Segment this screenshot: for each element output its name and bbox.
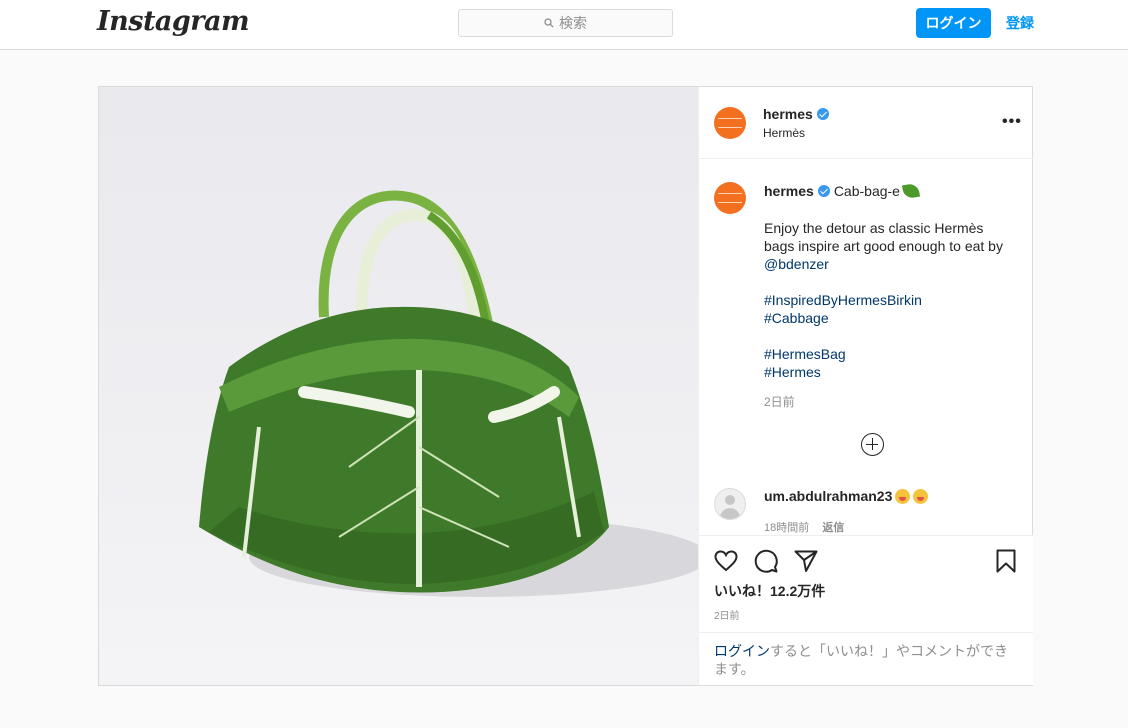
leafy-green-emoji-icon xyxy=(901,182,921,200)
hashtag-link[interactable]: #Cabbage xyxy=(764,309,1024,327)
login-prompt-link[interactable]: ログイン xyxy=(714,643,770,659)
share-icon[interactable] xyxy=(793,548,819,574)
post-sidebar: hermes Hermès ••• hermes Cab-bag-e Enjoy… xyxy=(698,87,1033,685)
comment-timestamp: 18時間前 xyxy=(764,522,810,534)
signup-link[interactable]: 登録 xyxy=(1006,13,1034,33)
search-placeholder: 検索 xyxy=(559,15,587,31)
bookmark-icon[interactable] xyxy=(993,548,1019,574)
action-bar: いいね！12.2万件 2日前 ログインすると「いいね！」やコメントができます。 xyxy=(699,535,1033,685)
caption-line: bags inspire art good enough to eat by xyxy=(764,238,1003,254)
hashtag-link[interactable]: #Hermes xyxy=(764,363,1024,381)
search-input[interactable]: 検索 xyxy=(458,9,673,37)
comment-header: um.abdulrahman23 xyxy=(764,488,929,504)
caption-line xyxy=(764,273,1024,291)
instagram-logo[interactable]: Instagram xyxy=(97,6,250,37)
top-nav: Instagram 検索 ログイン 登録 xyxy=(0,0,1128,50)
verified-badge-icon xyxy=(816,108,829,120)
caption-line xyxy=(764,327,1024,345)
caption-username[interactable]: hermes xyxy=(764,183,814,199)
caption-timestamp[interactable]: 2日前 xyxy=(764,393,795,410)
hashtag-link[interactable]: #HermesBag xyxy=(764,345,1024,363)
more-options-icon[interactable]: ••• xyxy=(1002,113,1022,131)
cabbage-bag-image xyxy=(99,87,698,685)
post-card: hermes Hermès ••• hermes Cab-bag-e Enjoy… xyxy=(98,86,1033,686)
post-timestamp[interactable]: 2日前 xyxy=(714,607,740,622)
reply-button[interactable]: 返信 xyxy=(822,522,844,534)
like-count[interactable]: いいね！12.2万件 xyxy=(714,581,825,601)
mention-link[interactable]: @bdenzer xyxy=(764,255,1024,273)
caption-text: Enjoy the detour as classic Hermès bags … xyxy=(764,219,1024,381)
caption-line: Enjoy the detour as classic Hermès xyxy=(764,220,984,236)
zany-face-emoji-icon xyxy=(913,488,929,504)
author-username-text[interactable]: hermes xyxy=(763,106,813,122)
post-header: hermes Hermès ••• xyxy=(699,87,1033,159)
load-more-comments-icon[interactable] xyxy=(861,433,884,456)
author-username[interactable]: hermes xyxy=(763,106,829,122)
post-image[interactable] xyxy=(99,87,698,685)
caption-avatar[interactable] xyxy=(714,182,746,214)
verified-badge-icon xyxy=(817,185,830,197)
author-avatar[interactable] xyxy=(714,107,746,139)
commenter-username[interactable]: um.abdulrahman23 xyxy=(764,488,892,504)
commenter-avatar[interactable] xyxy=(714,488,746,520)
caption-title: Cab-bag-e xyxy=(833,183,900,199)
comment-icon[interactable] xyxy=(753,548,779,574)
comment-meta: 18時間前 返信 xyxy=(764,519,844,535)
hashtag-link[interactable]: #InspiredByHermesBirkin xyxy=(764,291,1024,309)
caption-header: hermes Cab-bag-e xyxy=(764,182,921,200)
heart-icon[interactable] xyxy=(713,548,739,574)
login-prompt: ログインすると「いいね！」やコメントができます。 xyxy=(699,632,1033,686)
login-button[interactable]: ログイン xyxy=(916,8,991,38)
author-display-name: Hermès xyxy=(763,126,806,140)
zany-face-emoji-icon xyxy=(895,488,911,504)
search-icon xyxy=(544,18,554,28)
